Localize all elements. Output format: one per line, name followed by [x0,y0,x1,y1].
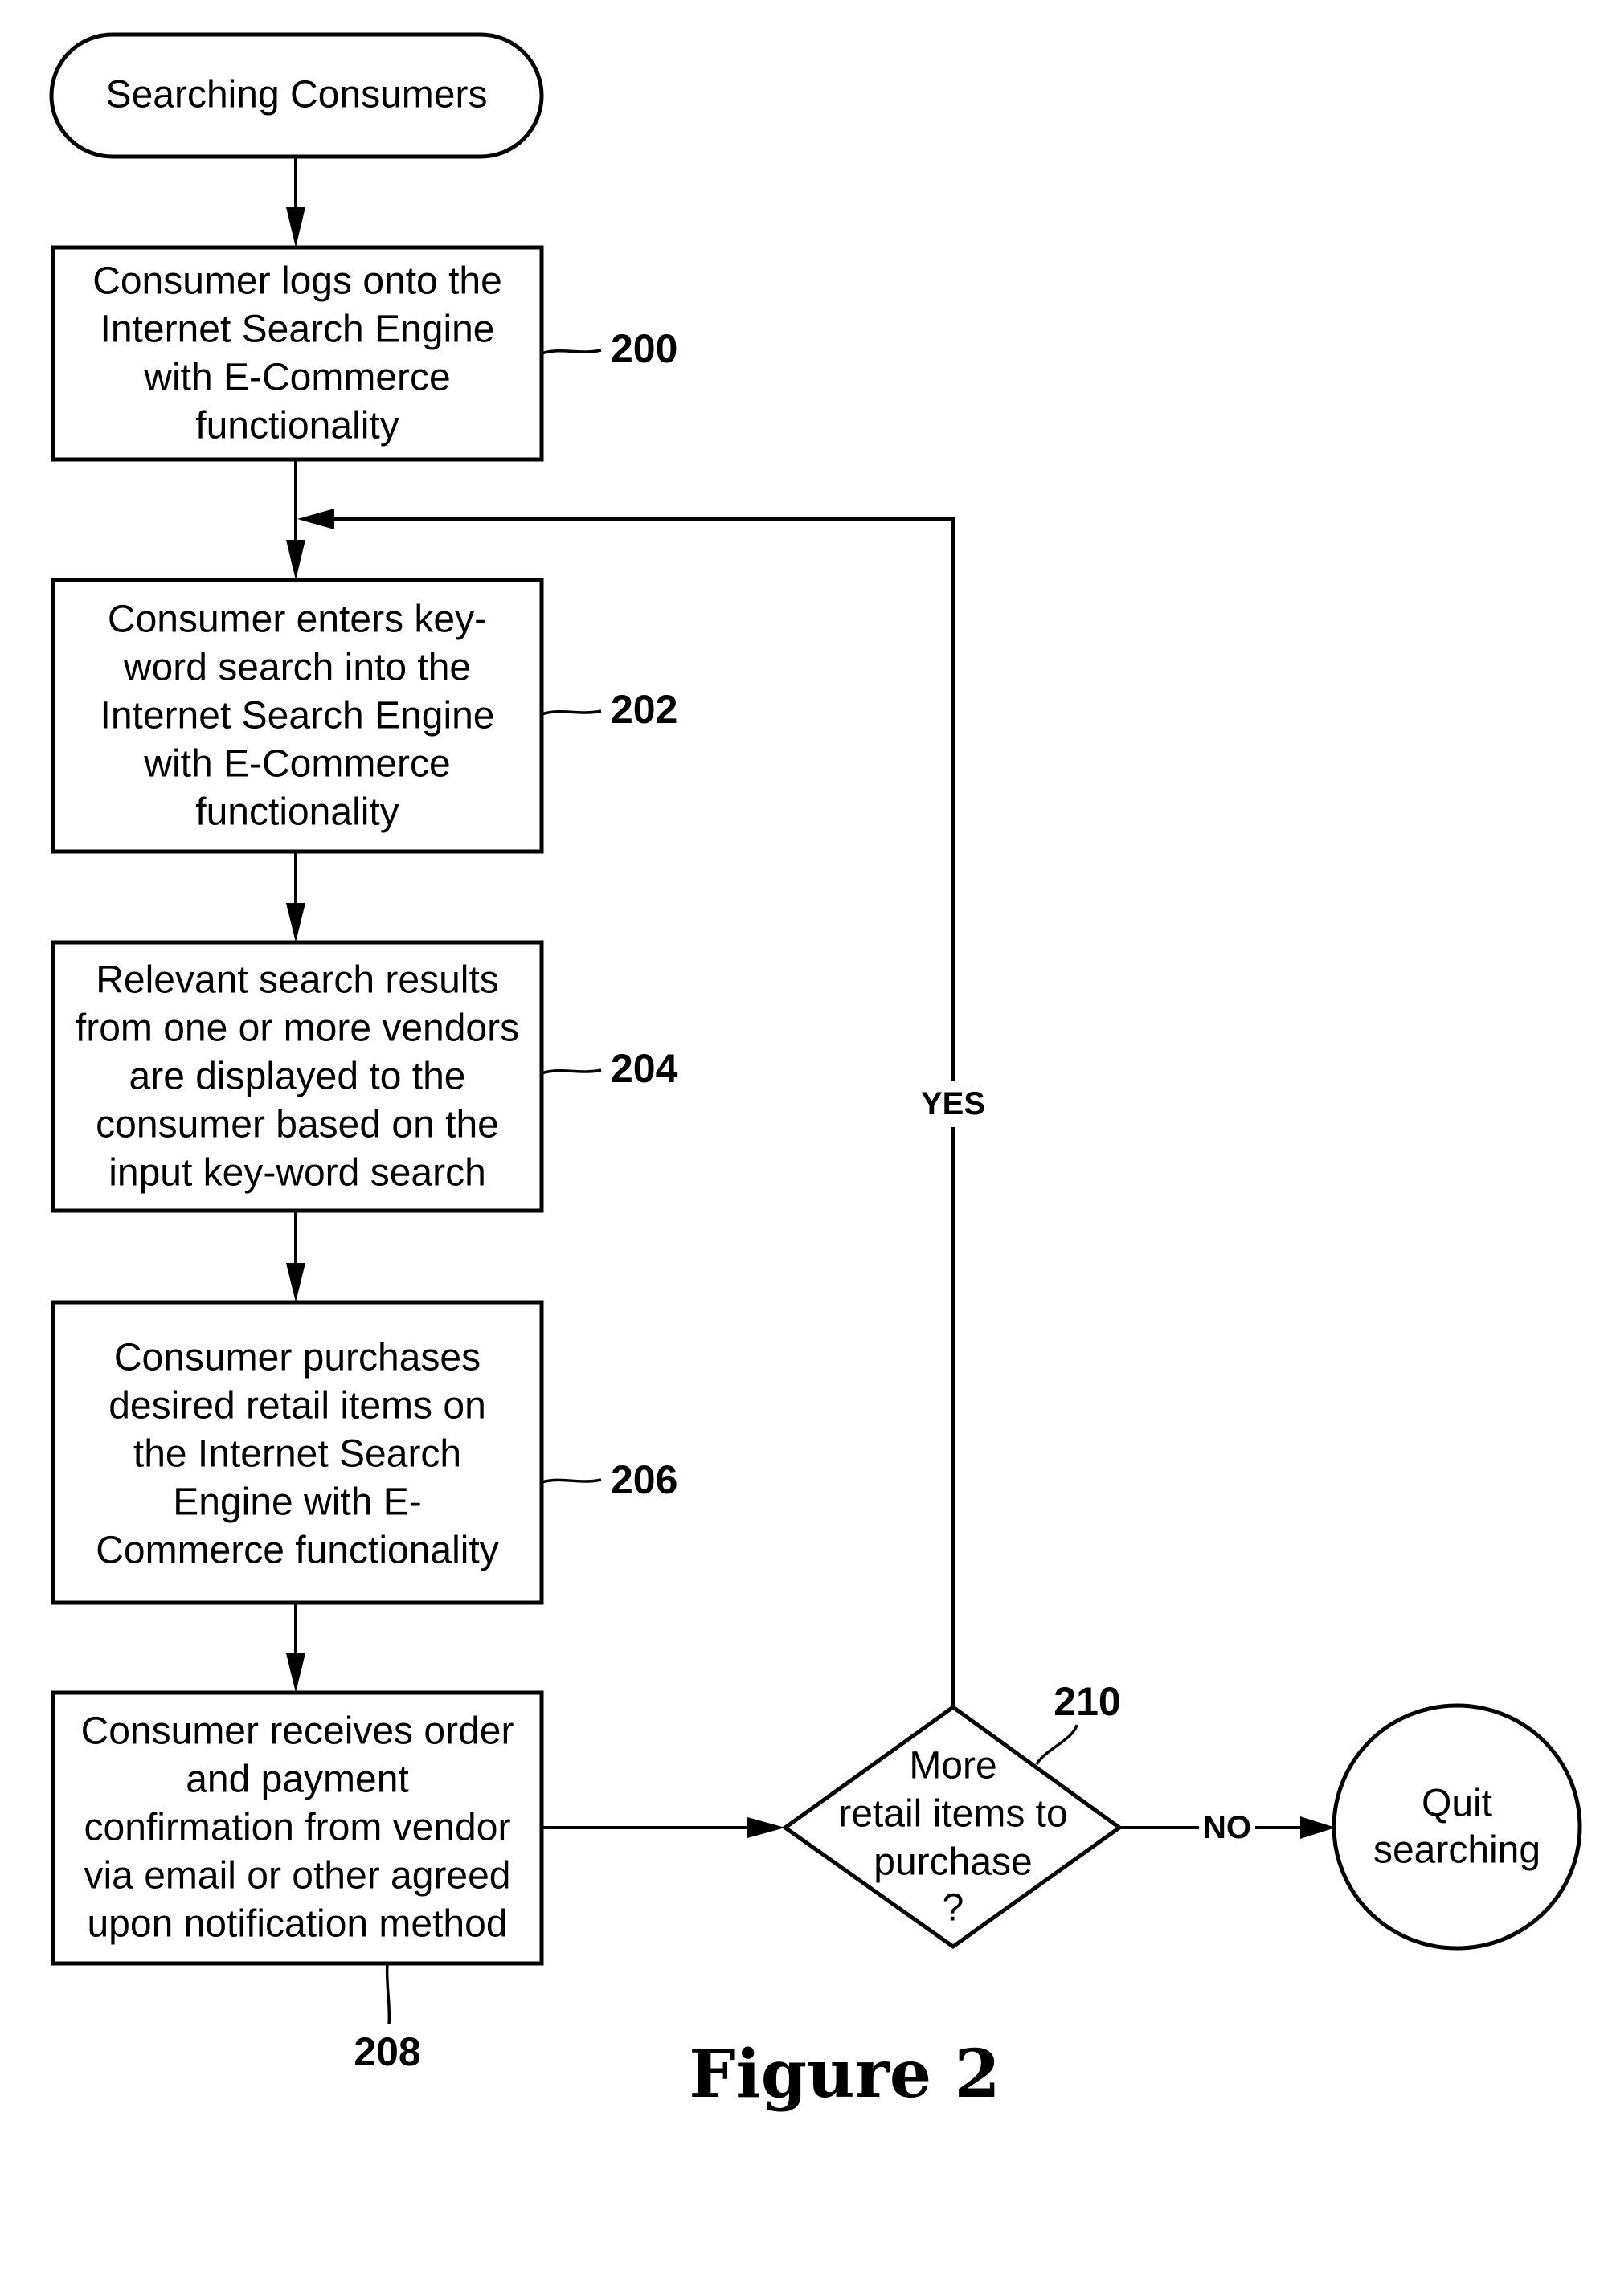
process-text-line: upon notification method [87,1903,507,1946]
process-text-line: with E-Commerce [143,743,450,786]
process-text-line: Internet Search Engine [100,695,495,737]
arrowhead-down-icon [286,1263,305,1302]
arrowhead-down-icon [286,207,305,247]
decision-text-line: retail items to [838,1793,1067,1836]
process-text-line: input key-word search [108,1152,486,1195]
arrowhead-left-icon [297,509,334,529]
process-box-202: Consumer enters key- word search into th… [51,578,677,854]
reference-leader [385,1963,391,2025]
process-text-line: with E-Commerce [143,357,450,399]
process-text-line: Relevant search results [96,959,499,1002]
process-text-line: Consumer enters key- [108,599,487,641]
process-text-line: consumer based on the [96,1104,499,1146]
reference-numeral-210: 210 [1054,1679,1120,1724]
reference-numeral-204: 204 [611,1046,678,1091]
arrowhead-down-icon [286,1653,305,1693]
process-text-line: from one or more vendors [76,1007,519,1050]
figure-caption: Figure 2 [689,2036,1000,2113]
decision-text-line: ? [943,1887,964,1930]
process-text-line: and payment [186,1759,409,1801]
arrowhead-right-icon [747,1817,785,1838]
process-box-208: Consumer receives order and payment conf… [51,1690,544,2074]
end-terminal-text: searching [1373,1829,1541,1872]
process-box-206: Consumer purchases desired retail items … [51,1300,677,1605]
end-terminal-text: Quit [1422,1783,1492,1825]
process-text-line: functionality [195,791,399,834]
process-text-line: Consumer receives order [81,1710,514,1753]
decision-text-line: More [909,1745,996,1787]
edge-label-no: NO [1203,1810,1251,1845]
process-text-line: the Internet Search [133,1433,461,1476]
reference-numeral-200: 200 [611,326,677,371]
decision-text-line: purchase [874,1841,1032,1884]
process-box-204: Relevant search results from one or more… [51,940,678,1213]
arrowhead-down-icon [286,903,305,942]
reference-leader [1035,1724,1078,1765]
arrowhead-right-icon [1300,1816,1336,1839]
reference-numeral-206: 206 [611,1457,677,1502]
reference-numeral-208: 208 [354,2029,420,2074]
process-text-line: Commerce functionality [96,1530,499,1572]
reference-leader [541,1478,602,1484]
flowchart: YES NO Searching Consumers Consumer logs… [49,32,1582,2113]
start-terminal-text: Searching Consumers [106,74,488,116]
reference-leader [541,349,602,355]
process-text-line: Internet Search Engine [100,308,495,351]
process-text-line: Engine with E- [173,1481,422,1524]
start-terminal: Searching Consumers [49,32,544,159]
edge-label-yes: YES [921,1086,985,1121]
reference-leader [541,1068,602,1075]
process-text-line: Consumer purchases [114,1337,481,1379]
process-text-line: Consumer logs onto the [92,260,502,303]
reference-leader [541,709,602,716]
decision-diamond-210: More retail items to purchase ? 210 [781,1679,1123,1950]
reference-numeral-202: 202 [611,687,677,732]
process-text-line: confirmation from vendor [84,1807,511,1849]
process-text-line: are displayed to the [129,1056,466,1098]
end-terminal: Quit searching [1332,1703,1582,1951]
process-text-line: desired retail items on [108,1385,486,1428]
arrowhead-down-icon [286,540,305,580]
process-text-line: via email or other agreed [84,1855,511,1898]
process-text-line: word search into the [123,647,471,689]
process-text-line: functionality [195,405,399,447]
process-box-200: Consumer logs onto the Internet Search E… [51,245,677,462]
